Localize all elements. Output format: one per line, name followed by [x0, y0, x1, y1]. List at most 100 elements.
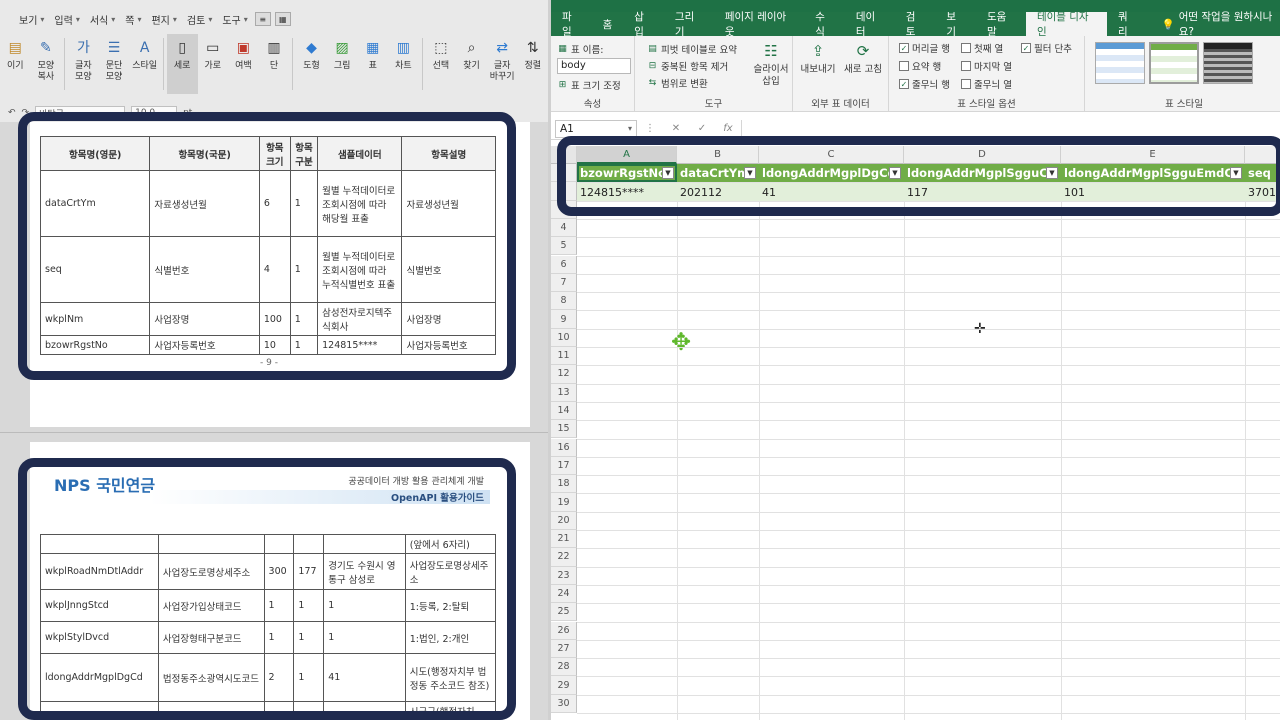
table-name-input[interactable]: body [557, 58, 631, 74]
tab-draw[interactable]: 그리기 [664, 11, 714, 38]
row-header[interactable]: 6 [551, 255, 577, 274]
menu-tools[interactable]: 도구 ▾ [219, 12, 250, 27]
export-button[interactable]: ⇪ 내보내기 [797, 40, 839, 76]
tab-review[interactable]: 검토 [895, 11, 936, 38]
table-header-cell[interactable]: bzowrRgstNo ▼ [577, 164, 677, 182]
filter-dropdown-icon[interactable]: ▼ [889, 167, 901, 179]
document-area[interactable]: 항목명(영문) 항목명(국문) 항목크기 항목구분 샘플데이터 항목설명 dat… [0, 122, 548, 720]
row-header[interactable]: 10 [551, 328, 577, 347]
tab-file[interactable]: 파일 [551, 11, 592, 38]
find-button[interactable]: ⌕ 찾기 [456, 34, 487, 94]
row-header[interactable]: 19 [551, 493, 577, 512]
column-header-a[interactable]: A [577, 146, 677, 164]
slicer-button[interactable]: ☷ 슬라이서 삽입 [753, 40, 789, 88]
table-style-dark[interactable] [1203, 42, 1253, 84]
margin-button[interactable]: ▣ 여백 [228, 34, 259, 94]
tab-data[interactable]: 데이터 [845, 11, 895, 38]
quick-format-icon[interactable]: ≡ [254, 12, 271, 26]
data-cell[interactable]: 124815**** [577, 183, 677, 201]
refresh-button[interactable]: ⟳ 새로 고침 [841, 40, 885, 76]
filter-dropdown-icon[interactable]: ▼ [744, 167, 756, 179]
row-header[interactable]: 11 [551, 347, 577, 366]
row-header[interactable]: 7 [551, 273, 577, 293]
row-header[interactable]: 27 [551, 639, 577, 659]
row-header[interactable]: 2 [551, 182, 577, 201]
tab-table-design[interactable]: 테이블 디자인 [1025, 11, 1108, 38]
tab-view[interactable]: 보기 [935, 11, 976, 38]
style-button[interactable]: A 스타일 [129, 34, 160, 94]
remove-duplicates-button[interactable]: ⊟ 중복된 항목 제거 [647, 57, 729, 74]
undo-icon[interactable]: ↶ [8, 108, 16, 118]
tab-home[interactable]: 홈 [592, 12, 624, 36]
formula-input[interactable] [741, 119, 1280, 138]
filter-button-checkbox[interactable]: ✓ 필터 단추 [1021, 39, 1072, 56]
menu-insert[interactable]: 입력 ▾ [51, 12, 82, 27]
column-header-e[interactable]: E [1061, 146, 1245, 164]
data-cell[interactable]: 101 [1061, 183, 1245, 201]
replace-button[interactable]: ⇄ 글자 바꾸기 [487, 34, 518, 94]
menu-view[interactable]: 보기 ▾ [16, 12, 47, 27]
table-header-cell[interactable]: dataCrtYm ▼ [677, 164, 759, 182]
row-header[interactable]: 20 [551, 511, 577, 530]
para-shape-button[interactable]: ☰ 문단 모양 [99, 34, 130, 94]
sort-button[interactable]: ⇅ 정렬 [517, 34, 548, 94]
header-row-checkbox[interactable]: ✓ 머리글 행 [899, 39, 950, 56]
row-header[interactable]: 28 [551, 658, 577, 677]
tab-formulas[interactable]: 수식 [804, 11, 845, 38]
row-header[interactable]: 30 [551, 694, 577, 713]
row-header[interactable]: 9 [551, 310, 577, 329]
redo-icon[interactable]: ↷ [22, 108, 30, 118]
row-header[interactable]: 26 [551, 621, 577, 640]
fx-icon[interactable]: fx [715, 123, 741, 134]
banded-rows-checkbox[interactable]: ✓ 줄무늬 행 [899, 75, 950, 92]
column-header-c[interactable]: C [759, 146, 904, 164]
portrait-button[interactable]: ▯ 세로 [166, 34, 198, 94]
table-header-cell[interactable]: ldongAddrMgplSgguEmdCd ▼ [1061, 164, 1245, 182]
data-cell[interactable]: 117 [904, 183, 1061, 201]
row-header[interactable]: 12 [551, 365, 577, 384]
row-header[interactable]: 25 [551, 603, 577, 622]
data-cell[interactable]: 202112 [677, 183, 759, 201]
menu-review[interactable]: 검토 ▾ [184, 12, 215, 27]
row-header[interactable]: 4 [551, 218, 577, 238]
tab-query[interactable]: 쿼리 [1107, 11, 1148, 38]
cancel-icon[interactable]: ✕ [663, 123, 689, 134]
row-header[interactable]: 17 [551, 456, 577, 476]
row-header[interactable]: 8 [551, 292, 577, 311]
char-shape-button[interactable]: 가 글자 모양 [68, 34, 99, 94]
select-all-corner[interactable] [551, 146, 577, 164]
row-header[interactable]: 14 [551, 401, 577, 421]
row-header[interactable]: 24 [551, 584, 577, 604]
row-header[interactable]: 3 [551, 200, 577, 219]
row-header[interactable]: 15 [551, 420, 577, 439]
paste-button[interactable]: ▤ 이기 [0, 34, 31, 94]
first-column-checkbox[interactable]: 첫째 열 [961, 39, 1003, 56]
table-header-cell[interactable]: ldongAddrMgplSgguCd ▼ [904, 164, 1061, 182]
table-button[interactable]: ▦ 표 [357, 34, 388, 94]
tab-help[interactable]: 도움말 [976, 11, 1026, 38]
menu-format[interactable]: 서식 ▾ [87, 12, 118, 27]
row-header[interactable]: 1 [551, 164, 577, 183]
pivot-button[interactable]: ▤ 피벗 테이블로 요약 [647, 40, 737, 57]
style-select[interactable]: 바탕글 [35, 106, 126, 120]
convert-range-button[interactable]: ⇆ 범위로 변환 [647, 74, 708, 91]
font-size-select[interactable]: 10.0 [131, 106, 178, 120]
table-style-blue[interactable] [1095, 42, 1145, 84]
row-header[interactable]: 21 [551, 530, 577, 549]
row-header[interactable]: 22 [551, 548, 577, 567]
filter-dropdown-icon[interactable]: ▼ [1046, 167, 1058, 179]
column-header-b[interactable]: B [677, 146, 759, 164]
worksheet-grid[interactable]: A B C D E bzowrRgstNo ▼ dataCrtYm ▼ ldongA… [551, 146, 1280, 720]
name-box[interactable]: A1 ▾ [555, 119, 637, 138]
column-header-d[interactable]: D [904, 146, 1061, 164]
row-header[interactable]: 23 [551, 566, 577, 585]
enter-icon[interactable]: ✓ [689, 123, 715, 134]
tab-insert[interactable]: 삽입 [623, 11, 664, 38]
shape-button[interactable]: ◆ 도형 [296, 34, 327, 94]
landscape-button[interactable]: ▭ 가로 [198, 34, 229, 94]
row-header[interactable]: 13 [551, 383, 577, 402]
row-header[interactable]: 29 [551, 676, 577, 695]
table-header-cell[interactable]: seq [1245, 164, 1280, 182]
chart-button[interactable]: ▥ 차트 [388, 34, 419, 94]
select-button[interactable]: ⬚ 선택 [426, 34, 457, 94]
